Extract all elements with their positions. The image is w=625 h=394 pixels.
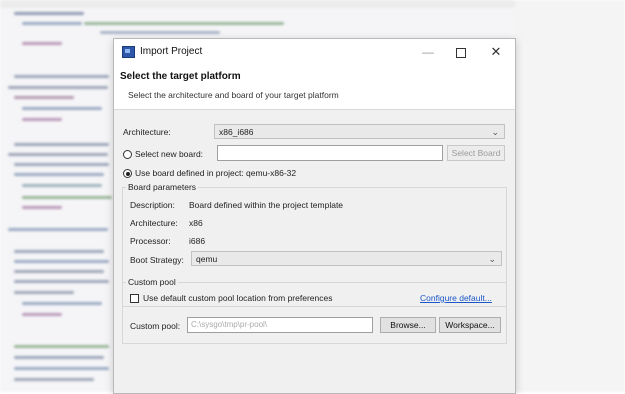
architecture-dropdown[interactable]: x86_i686 ⌄	[214, 124, 505, 139]
chevron-down-icon: ⌄	[488, 254, 496, 264]
use-project-board-label[interactable]: Use board defined in project: qemu-x86-3…	[135, 168, 296, 178]
page-title: Select the target platform	[120, 71, 241, 82]
maximize-button[interactable]	[447, 42, 475, 62]
board-architecture-value: x86	[189, 218, 203, 228]
custom-pool-group	[122, 282, 507, 344]
configure-default-link[interactable]: Configure default...	[420, 293, 492, 303]
minimize-button[interactable]: —	[414, 42, 442, 62]
title-bar[interactable]: Import Project — ✕	[114, 39, 515, 65]
description-label: Description:	[130, 200, 175, 210]
chevron-down-icon: ⌄	[491, 127, 499, 137]
use-project-board-radio[interactable]	[123, 169, 132, 178]
close-button[interactable]: ✕	[482, 42, 510, 62]
processor-label: Processor:	[130, 236, 171, 246]
workspace-button[interactable]: Workspace...	[439, 317, 501, 333]
architecture-value: x86_i686	[219, 127, 254, 137]
select-new-board-radio[interactable]	[123, 150, 132, 159]
background-right-panel	[515, 0, 625, 392]
new-board-input[interactable]	[217, 145, 443, 161]
default-pool-checkbox-label[interactable]: Use default custom pool location from pr…	[143, 293, 332, 303]
import-project-dialog: Import Project — ✕ Select the target pla…	[113, 38, 516, 394]
board-architecture-label: Architecture:	[130, 218, 178, 228]
maximize-icon	[456, 47, 466, 58]
select-board-button[interactable]: Select Board	[447, 145, 505, 161]
description-value: Board defined within the project templat…	[189, 200, 344, 210]
custom-pool-title: Custom pool	[126, 277, 178, 287]
default-pool-checkbox[interactable]	[130, 294, 139, 303]
import-project-icon	[122, 46, 135, 58]
board-parameters-title: Board parameters	[126, 182, 199, 192]
select-new-board-label[interactable]: Select new board:	[135, 149, 203, 159]
processor-value: i686	[189, 236, 206, 246]
boot-strategy-dropdown[interactable]: qemu ⌄	[191, 251, 502, 266]
browse-button[interactable]: Browse...	[380, 317, 436, 333]
custom-pool-input[interactable]: C:\sysgo\tmp\pr-pool\	[187, 317, 373, 333]
custom-pool-label: Custom pool:	[130, 321, 181, 331]
wizard-body: Architecture: x86_i686 ⌄ Select new boar…	[114, 110, 515, 393]
window-title: Import Project	[140, 46, 203, 57]
boot-strategy-label: Boot Strategy:	[130, 255, 184, 265]
wizard-header: Select the target platform Select the ar…	[114, 65, 515, 110]
architecture-label: Architecture:	[123, 127, 171, 137]
boot-strategy-value: qemu	[196, 254, 218, 264]
page-subtitle: Select the architecture and board of you…	[128, 90, 339, 100]
